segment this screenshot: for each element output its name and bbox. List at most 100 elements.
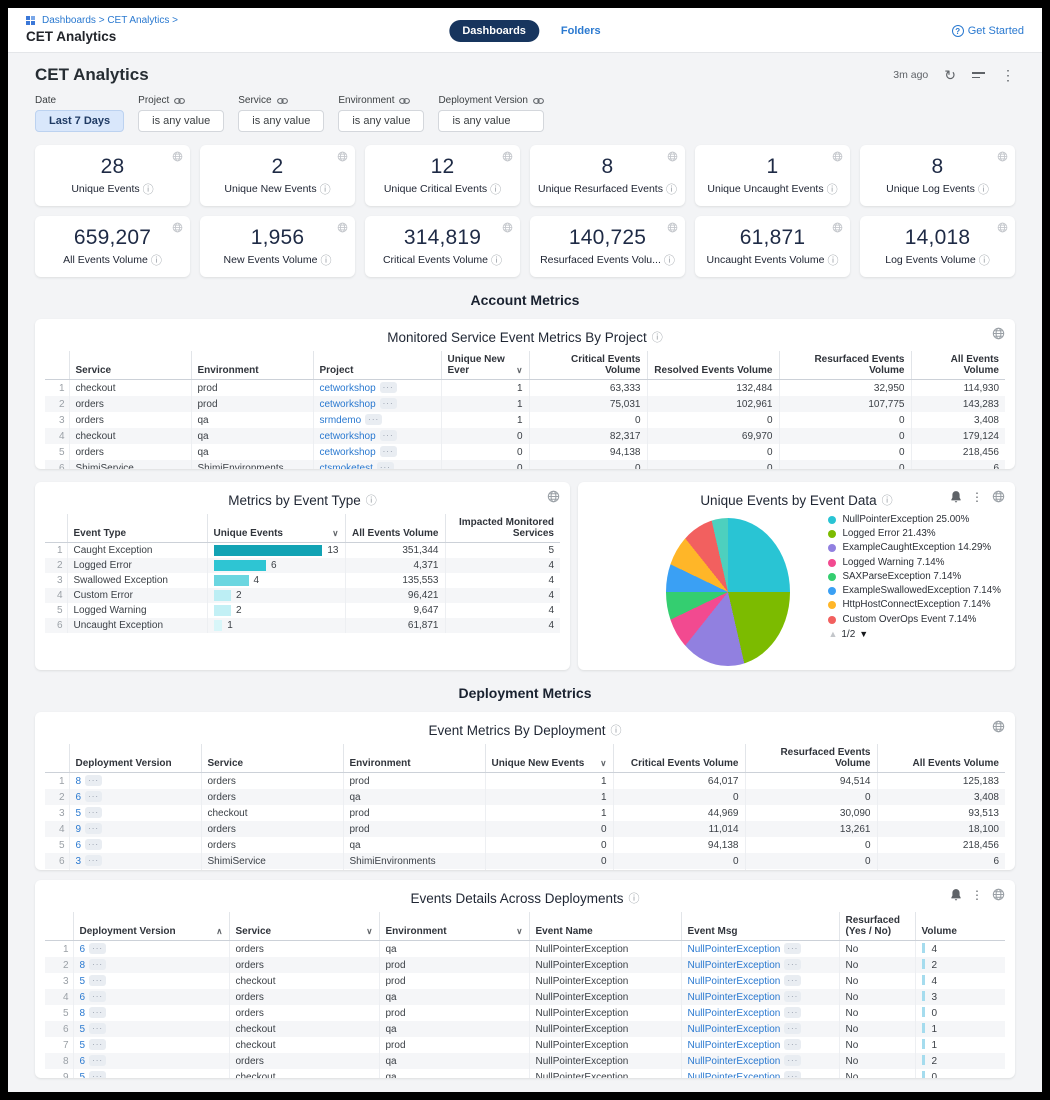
ellipsis-badge[interactable]: ···	[784, 991, 801, 1002]
event-msg-link[interactable]: NullPointerException	[688, 1072, 781, 1078]
info-icon[interactable]: ⓘ	[490, 181, 501, 197]
ellipsis-badge[interactable]: ···	[380, 446, 397, 457]
info-icon[interactable]: ⓘ	[664, 252, 675, 268]
column-header[interactable]: Event Msg	[681, 912, 839, 941]
column-header[interactable]: Critical Events Volume	[613, 744, 745, 773]
legend-page-up-icon[interactable]: ▲	[828, 629, 837, 641]
project-link[interactable]: ctsmoketest	[320, 463, 373, 469]
ellipsis-badge[interactable]: ···	[89, 1007, 106, 1018]
column-header[interactable]: Resolved Events Volume	[647, 351, 779, 380]
deployment-version-link[interactable]: 6	[76, 792, 82, 803]
info-icon[interactable]: ⓘ	[143, 181, 154, 197]
deployment-version-link[interactable]: 9	[76, 824, 82, 835]
legend-page-down-icon[interactable]: ▼	[859, 629, 868, 641]
info-icon[interactable]: ⓘ	[978, 181, 989, 197]
deployment-version-link[interactable]: 6	[80, 944, 86, 955]
column-header[interactable]: Unique Events∨	[207, 514, 345, 543]
tab-dashboards[interactable]: Dashboards	[449, 20, 539, 42]
legend-item[interactable]: SAXParseException 7.14%	[828, 571, 1005, 584]
sort-desc-icon[interactable]: ∨	[366, 926, 372, 937]
column-header[interactable]: Service∨	[229, 912, 379, 941]
sort-desc-icon[interactable]: ∨	[332, 528, 338, 539]
ellipsis-badge[interactable]: ···	[89, 1023, 106, 1034]
tab-folders[interactable]: Folders	[561, 25, 601, 37]
column-header[interactable]: Service	[69, 351, 191, 380]
column-header[interactable]: Resurfaced (Yes / No)	[839, 912, 915, 941]
project-link[interactable]: srmdemo	[320, 415, 362, 426]
info-icon[interactable]: ⓘ	[979, 252, 990, 268]
breadcrumb-item[interactable]: CET Analytics	[107, 15, 169, 26]
project-link[interactable]: cetworkshop	[320, 447, 376, 458]
column-header[interactable]: Event Type	[67, 514, 207, 543]
ellipsis-badge[interactable]: ···	[380, 398, 397, 409]
breadcrumb-item[interactable]: Dashboards	[42, 15, 96, 26]
column-header[interactable]: Resurfaced Events Volume	[745, 744, 877, 773]
ellipsis-badge[interactable]: ···	[784, 1071, 801, 1078]
column-header[interactable]: Volume	[915, 912, 1005, 941]
deployment-version-link[interactable]: 8	[76, 776, 82, 787]
column-header[interactable]: Unique New Events∨	[485, 744, 613, 773]
legend-item[interactable]: Logged Warning 7.14%	[828, 557, 1005, 570]
ellipsis-badge[interactable]: ···	[85, 839, 102, 850]
deployment-version-link[interactable]: 8	[80, 960, 86, 971]
column-header[interactable]: Environment∨	[379, 912, 529, 941]
sort-desc-icon[interactable]: ∨	[600, 758, 606, 769]
info-icon[interactable]: ⓘ	[882, 492, 893, 508]
info-icon[interactable]: ⓘ	[320, 181, 331, 197]
info-icon[interactable]: ⓘ	[629, 890, 640, 906]
ellipsis-badge[interactable]: ···	[89, 959, 106, 970]
ellipsis-badge[interactable]: ···	[85, 823, 102, 834]
column-header[interactable]: Impacted Monitored Services	[445, 514, 560, 543]
ellipsis-badge[interactable]: ···	[89, 1071, 106, 1078]
column-header[interactable]: Deployment Version∧	[73, 912, 229, 941]
kebab-menu-icon[interactable]: ⋮	[971, 889, 983, 901]
legend-item[interactable]: HttpHostConnectException 7.14%	[828, 599, 1005, 612]
filter-icon[interactable]	[972, 72, 985, 78]
info-icon[interactable]: ⓘ	[827, 181, 838, 197]
filter-value-chip[interactable]: is any value	[238, 110, 324, 132]
event-msg-link[interactable]: NullPointerException	[688, 976, 781, 987]
column-header[interactable]: Resurfaced Events Volume	[779, 351, 911, 380]
kebab-menu-icon[interactable]: ⋮	[1001, 68, 1015, 82]
deployment-version-link[interactable]: 6	[80, 1056, 86, 1067]
legend-item[interactable]: ExampleCaughtException 14.29%	[828, 542, 1005, 555]
refresh-icon[interactable]: ↻	[944, 68, 956, 82]
ellipsis-badge[interactable]: ···	[89, 1039, 106, 1050]
filter-value-chip[interactable]: is any value	[438, 110, 544, 132]
event-msg-link[interactable]: NullPointerException	[688, 1056, 781, 1067]
ellipsis-badge[interactable]: ···	[784, 1055, 801, 1066]
ellipsis-badge[interactable]: ···	[89, 943, 106, 954]
ellipsis-badge[interactable]: ···	[784, 943, 801, 954]
ellipsis-badge[interactable]: ···	[784, 959, 801, 970]
legend-item[interactable]: NullPointerException 25.00%	[828, 514, 1005, 527]
ellipsis-badge[interactable]: ···	[85, 807, 102, 818]
sort-desc-icon[interactable]: ∨	[516, 926, 522, 937]
ellipsis-badge[interactable]: ···	[784, 1007, 801, 1018]
info-icon[interactable]: ⓘ	[320, 252, 331, 268]
column-header[interactable]: All Events Volume	[911, 351, 1005, 380]
event-msg-link[interactable]: NullPointerException	[688, 992, 781, 1003]
ellipsis-badge[interactable]: ···	[85, 855, 102, 866]
ellipsis-badge[interactable]: ···	[365, 414, 382, 425]
get-started-link[interactable]: ? Get Started	[952, 25, 1024, 37]
deployment-version-link[interactable]: 6	[76, 840, 82, 851]
deployment-version-link[interactable]: 5	[80, 1072, 86, 1078]
deployment-version-link[interactable]: 8	[80, 1008, 86, 1019]
column-header[interactable]: All Events Volume	[345, 514, 445, 543]
sort-asc-icon[interactable]: ∧	[216, 926, 222, 937]
event-msg-link[interactable]: NullPointerException	[688, 1040, 781, 1051]
info-icon[interactable]: ⓘ	[827, 252, 838, 268]
project-link[interactable]: cetworkshop	[320, 383, 376, 394]
project-link[interactable]: cetworkshop	[320, 431, 376, 442]
pie-chart[interactable]	[666, 518, 790, 666]
filter-value-chip[interactable]: is any value	[338, 110, 424, 132]
column-header[interactable]: Unique New Ever∨	[441, 351, 529, 380]
column-header[interactable]: Critical Events Volume	[529, 351, 647, 380]
ellipsis-badge[interactable]: ···	[784, 1039, 801, 1050]
ellipsis-badge[interactable]: ···	[89, 975, 106, 986]
bell-icon[interactable]	[950, 490, 962, 503]
ellipsis-badge[interactable]: ···	[89, 1055, 106, 1066]
info-icon[interactable]: ⓘ	[611, 722, 622, 738]
ellipsis-badge[interactable]: ···	[380, 382, 397, 393]
deployment-version-link[interactable]: 5	[80, 1040, 86, 1051]
